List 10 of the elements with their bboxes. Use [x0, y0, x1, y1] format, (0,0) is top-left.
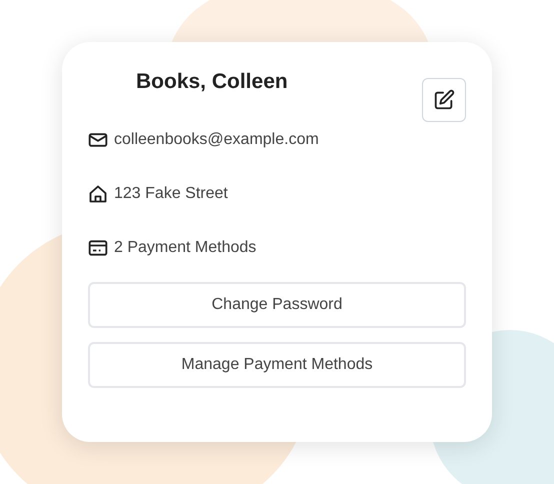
- detail-text: 2 Payment Methods: [114, 238, 256, 258]
- action-button[interactable]: Manage Payment Methods: [88, 342, 466, 388]
- detail-text: colleenbooks@example.com: [114, 130, 319, 150]
- action-button[interactable]: Change Password: [88, 282, 466, 328]
- card-icon: [88, 238, 108, 258]
- detail-text: 123 Fake Street: [114, 184, 228, 204]
- house-icon: [88, 184, 108, 204]
- edit-button[interactable]: [422, 78, 466, 122]
- edit-icon: [433, 89, 455, 111]
- customer-name: Books, Colleen: [136, 69, 288, 95]
